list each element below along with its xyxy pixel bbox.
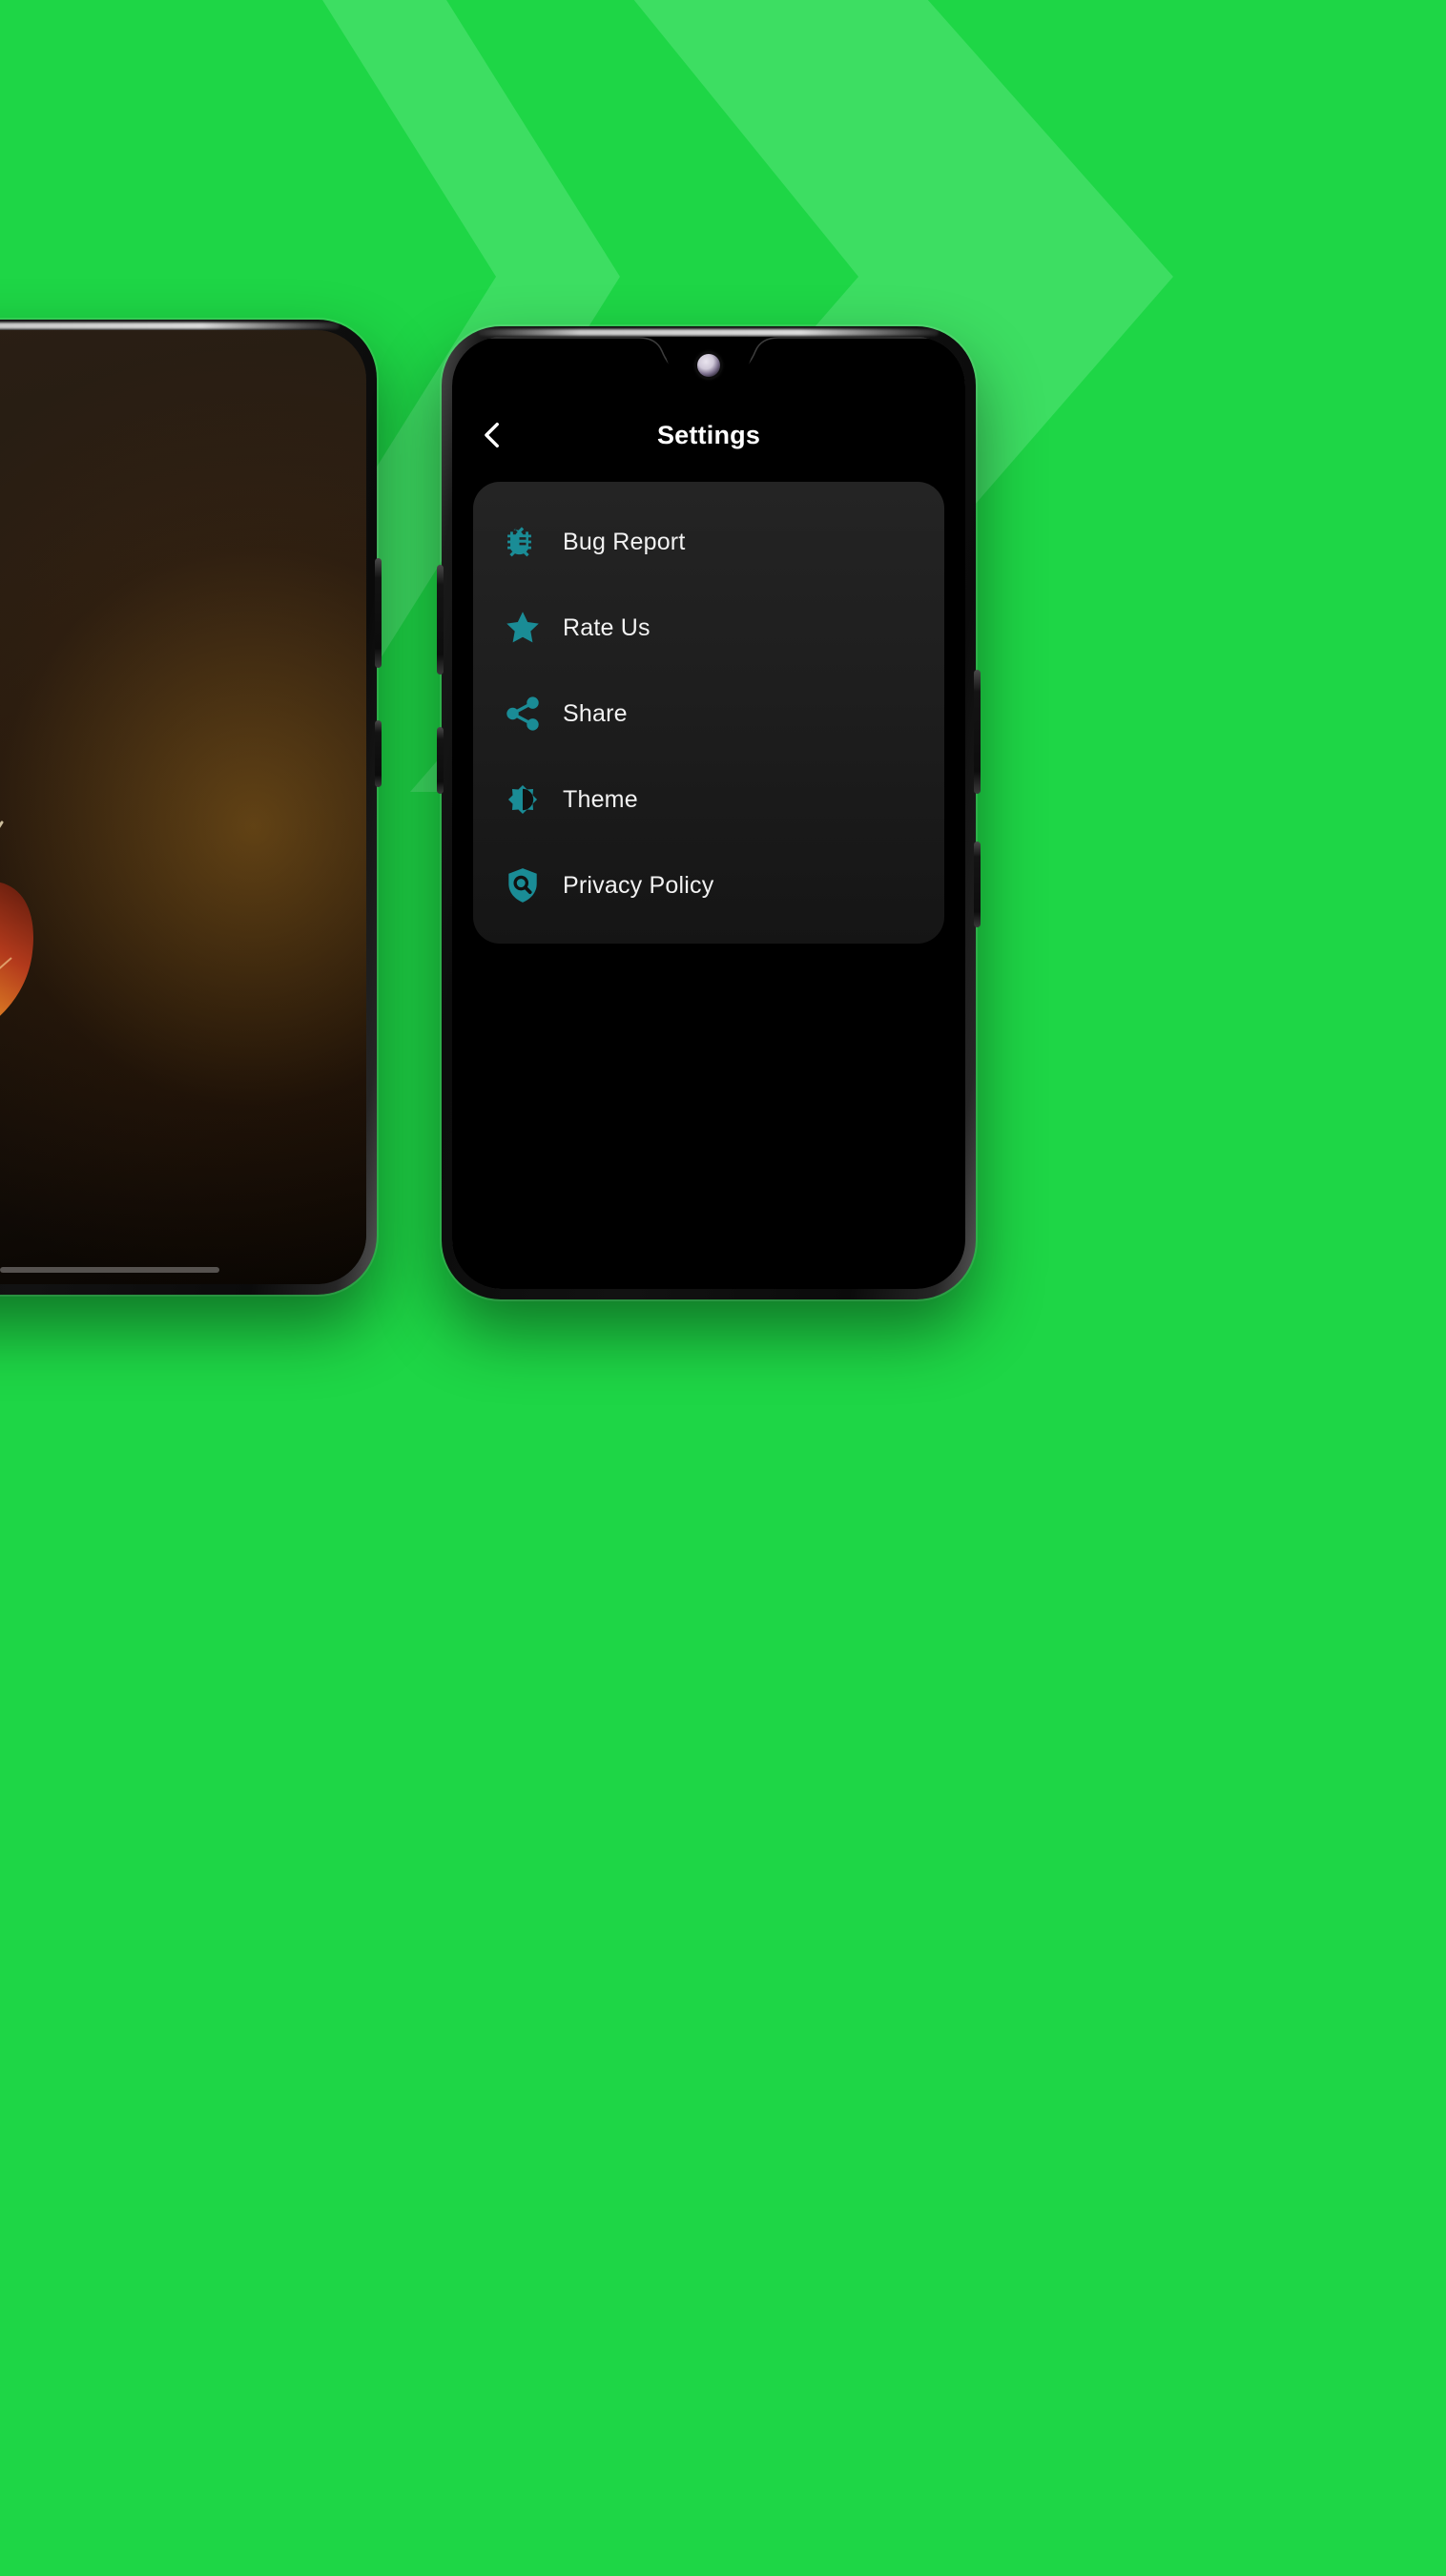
right-phone-volume-button[interactable] [437,565,444,675]
settings-app-bar: Settings [452,396,965,474]
left-phone-volume-button[interactable] [375,558,382,668]
left-phone-screen: way to send mobile number. umber with yo… [0,330,366,1284]
front-camera-icon [697,354,720,377]
settings-row-label: Theme [563,785,638,813]
settings-row-theme[interactable]: Theme [473,757,944,842]
settings-row-label: Privacy Policy [563,871,714,899]
right-phone-device: Settings Bug Report Rate Us Share Theme … [437,326,981,1299]
shield-search-icon [496,859,549,912]
right-phone-screen: Settings Bug Report Rate Us Share Theme … [452,337,965,1289]
left-phone-bezel: way to send mobile number. umber with yo… [0,330,366,1284]
settings-row-label: Bug Report [563,528,686,555]
left-phone-device: way to send mobile number. umber with yo… [0,320,382,1295]
theme-contrast-icon [496,773,549,826]
chevron-left-icon[interactable] [464,405,523,465]
settings-row-privacy-policy[interactable]: Privacy Policy [473,842,944,928]
left-phone-nav-pill [0,1267,219,1273]
right-phone-power-button[interactable] [437,727,444,794]
left-phone-dock [0,1179,366,1242]
promo-stage: way to send mobile number. umber with yo… [0,0,1446,2576]
star-icon [496,601,549,654]
right-phone-side-button-upper[interactable] [974,670,981,794]
settings-row-rate-us[interactable]: Rate Us [473,585,944,671]
settings-row-bug-report[interactable]: Bug Report [473,499,944,585]
settings-card: Bug Report Rate Us Share Theme Privacy P… [473,482,944,944]
right-phone-side-button-lower[interactable] [974,841,981,927]
settings-row-share[interactable]: Share [473,671,944,757]
settings-row-label: Share [563,699,628,727]
right-phone-bezel: Settings Bug Report Rate Us Share Theme … [452,337,965,1289]
share-icon [496,687,549,740]
left-phone-wallpaper [0,330,366,1284]
left-phone-power-button[interactable] [375,720,382,787]
page-title: Settings [656,420,761,449]
settings-row-label: Rate Us [563,613,651,641]
bug-icon [496,515,549,569]
